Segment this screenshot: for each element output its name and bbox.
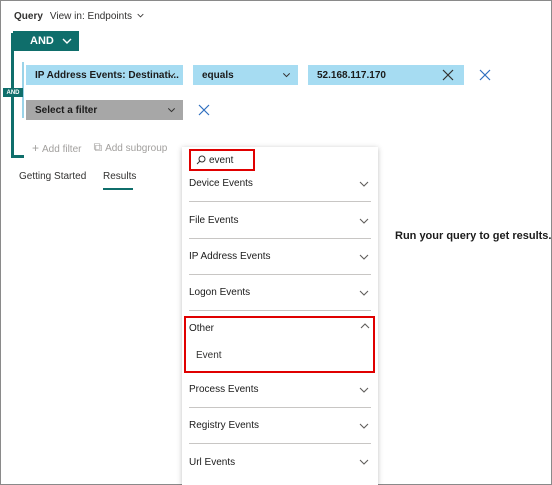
clear-value-icon[interactable] <box>442 69 454 81</box>
add-actions: + Add filter ⧉ Add subgroup <box>32 140 167 155</box>
subgroup-operator-badge[interactable]: AND <box>3 88 23 97</box>
chevron-down-icon <box>359 254 369 260</box>
tab-results[interactable]: Results <box>103 171 136 182</box>
category-label: File Events <box>189 215 239 226</box>
filter-value-text: 52.168.117.170 <box>317 69 386 81</box>
add-filter-label: Add filter <box>42 143 82 155</box>
filter-field-dropdown[interactable]: IP Address Events: Destinati... <box>26 65 183 85</box>
category-label: IP Address Events <box>189 251 271 262</box>
chevron-down-icon <box>359 459 369 465</box>
chevron-down-icon <box>359 290 369 296</box>
search-icon <box>196 155 206 165</box>
view-in-label: View in: Endpoints <box>49 10 132 22</box>
chevron-down-icon <box>359 423 369 429</box>
category-ip-address-events[interactable]: IP Address Events <box>189 239 371 275</box>
chevron-up-icon[interactable] <box>360 322 370 330</box>
select-filter-label: Select a filter <box>35 104 98 116</box>
subgroup-icon: ⧉ <box>93 140 103 154</box>
filter-value-input[interactable]: 52.168.117.170 <box>308 65 464 85</box>
remove-filter-icon[interactable] <box>479 69 491 81</box>
category-label: Process Events <box>189 384 259 395</box>
option-event[interactable]: Event <box>196 350 222 361</box>
filter-search-value: event <box>209 154 234 166</box>
chevron-down-icon <box>359 181 369 187</box>
select-filter-dropdown[interactable]: Select a filter <box>26 100 183 120</box>
category-logon-events[interactable]: Logon Events <box>189 275 371 311</box>
add-filter-button[interactable]: + Add filter <box>32 141 81 155</box>
category-label: Device Events <box>189 178 253 189</box>
chevron-down-icon <box>359 387 369 393</box>
tab-getting-started[interactable]: Getting Started <box>19 171 86 182</box>
results-empty-message: Run your query to get results. <box>395 230 552 242</box>
group-bracket-end <box>11 155 24 158</box>
category-device-events[interactable]: Device Events <box>189 166 371 202</box>
group-operator-label: AND <box>30 35 54 47</box>
add-subgroup-button[interactable]: ⧉ Add subgroup <box>93 140 167 155</box>
category-process-events[interactable]: Process Events <box>189 372 371 408</box>
category-label: Url Events <box>189 456 236 468</box>
category-other[interactable]: Other <box>189 323 214 334</box>
active-tab-indicator <box>103 188 133 190</box>
filter-operator-dropdown[interactable]: equals <box>193 65 298 85</box>
chevron-down-icon <box>167 108 176 113</box>
filter-operator-label: equals <box>202 69 234 81</box>
category-file-events[interactable]: File Events <box>189 203 371 239</box>
chevron-down-icon <box>282 73 291 78</box>
category-label: Logon Events <box>189 287 251 298</box>
query-title: Query <box>14 10 43 22</box>
chevron-down-icon <box>359 218 369 224</box>
category-registry-events[interactable]: Registry Events <box>189 408 371 444</box>
view-in-selector[interactable]: View in: Endpoints <box>50 11 144 22</box>
plus-icon: + <box>32 140 40 155</box>
filter-field-label: IP Address Events: Destinati... <box>35 69 179 81</box>
add-subgroup-label: Add subgroup <box>105 143 168 154</box>
chevron-down-icon <box>137 13 144 17</box>
query-header: Query View in: Endpoints <box>14 9 144 23</box>
chevron-down-icon <box>62 38 72 44</box>
group-operator-dropdown[interactable]: AND <box>13 31 79 51</box>
category-url-events[interactable]: Url Events <box>189 444 371 480</box>
category-label: Registry Events <box>189 420 260 431</box>
remove-filter-icon[interactable] <box>198 104 210 116</box>
chevron-down-icon <box>167 73 176 78</box>
